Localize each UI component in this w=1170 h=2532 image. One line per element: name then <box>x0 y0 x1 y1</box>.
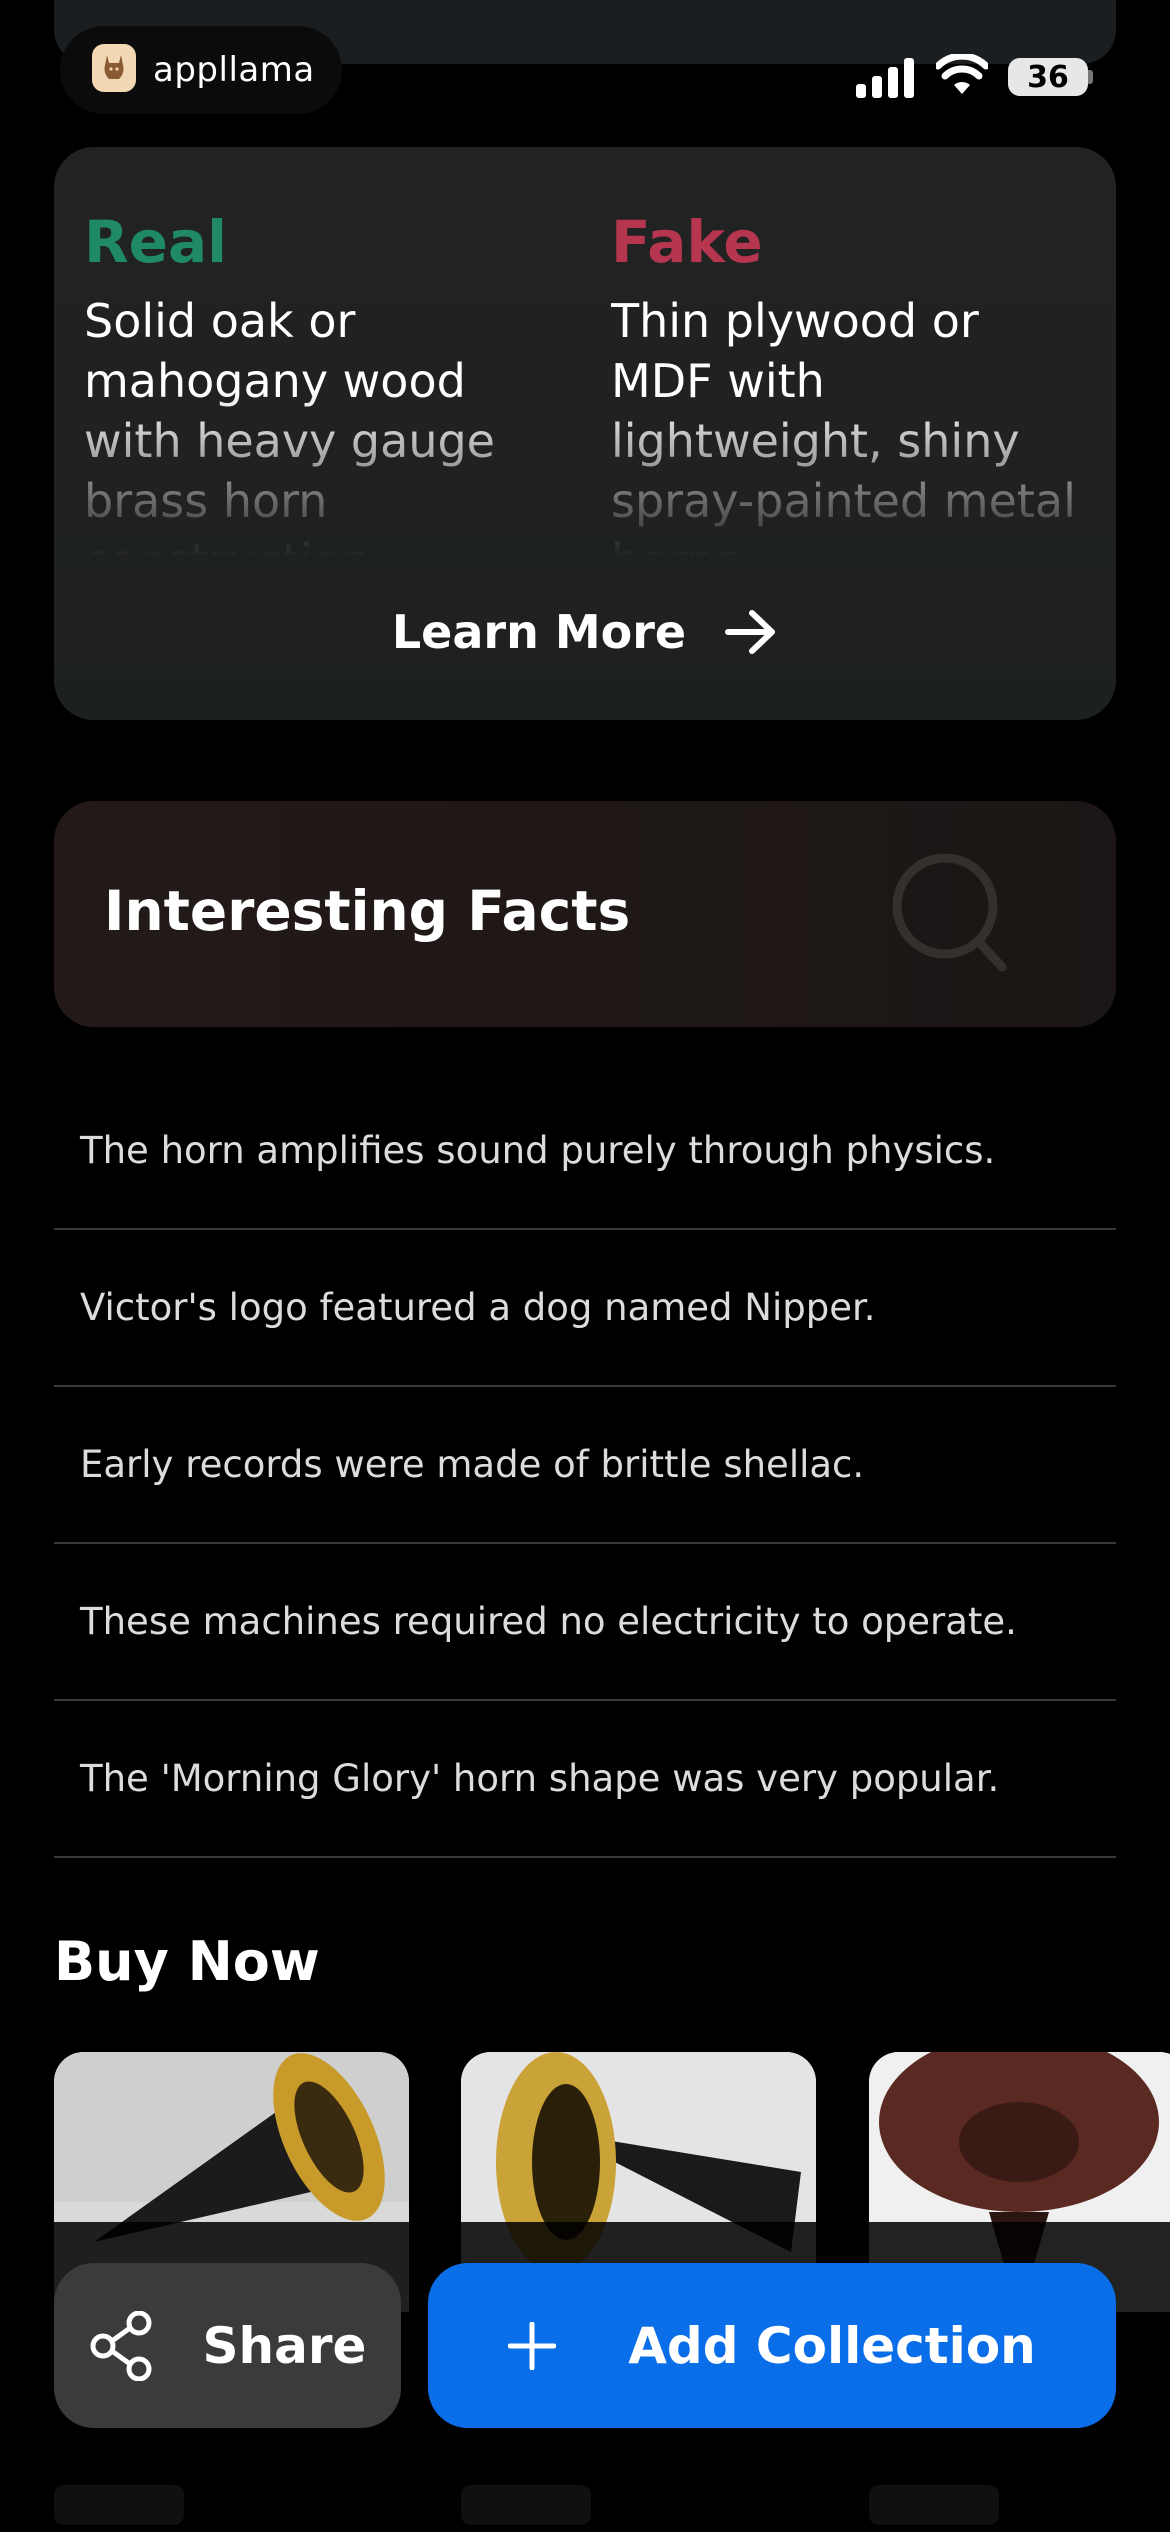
app-name: appllama <box>153 50 315 90</box>
share-label: Share <box>202 2316 367 2375</box>
buy-now-title: Buy Now <box>54 1930 320 1993</box>
add-collection-label: Add Collection <box>628 2316 1036 2375</box>
cellular-signal-icon <box>856 58 914 98</box>
fact-item: The 'Morning Glory' horn shape was very … <box>54 1701 1116 1858</box>
arrow-right-icon <box>725 610 776 654</box>
fake-column: Fake Thin plywood or MDF with lightweigh… <box>611 207 1091 557</box>
fake-title: Fake <box>611 208 763 276</box>
product-price-placeholder <box>54 2485 184 2525</box>
learn-more-label: Learn More <box>391 605 687 659</box>
fake-description: Thin plywood or MDF with lightweight, sh… <box>611 294 1076 557</box>
facts-list: The horn amplifies sound purely through … <box>54 1073 1116 1858</box>
real-title: Real <box>84 208 228 276</box>
search-icon <box>892 853 1007 972</box>
fact-item: These machines required no electricity t… <box>54 1544 1116 1701</box>
appllama-logo-icon <box>92 44 136 92</box>
interesting-facts-card: Interesting Facts <box>54 801 1116 1027</box>
plus-icon <box>508 2321 557 2370</box>
real-description: Solid oak or mahogany wood with heavy ga… <box>84 294 495 557</box>
battery-indicator: 36 <box>1008 58 1088 96</box>
battery-tip <box>1088 70 1093 84</box>
real-vs-fake-card: Real Solid oak or mahogany wood with hea… <box>54 147 1116 720</box>
learn-more-button[interactable]: Learn More <box>54 605 1116 659</box>
interesting-facts-title: Interesting Facts <box>104 879 631 943</box>
fact-item: Victor's logo featured a dog named Nippe… <box>54 1230 1116 1387</box>
real-column: Real Solid oak or mahogany wood with hea… <box>84 207 564 557</box>
share-button[interactable]: Share <box>54 2263 401 2428</box>
add-collection-button[interactable]: Add Collection <box>428 2263 1116 2428</box>
product-price-placeholder <box>461 2485 591 2525</box>
wifi-icon <box>936 54 988 94</box>
fact-item: The horn amplifies sound purely through … <box>54 1073 1116 1230</box>
fact-item: Early records were made of brittle shell… <box>54 1387 1116 1544</box>
share-icon <box>90 2310 152 2381</box>
product-price-placeholder <box>869 2485 999 2525</box>
